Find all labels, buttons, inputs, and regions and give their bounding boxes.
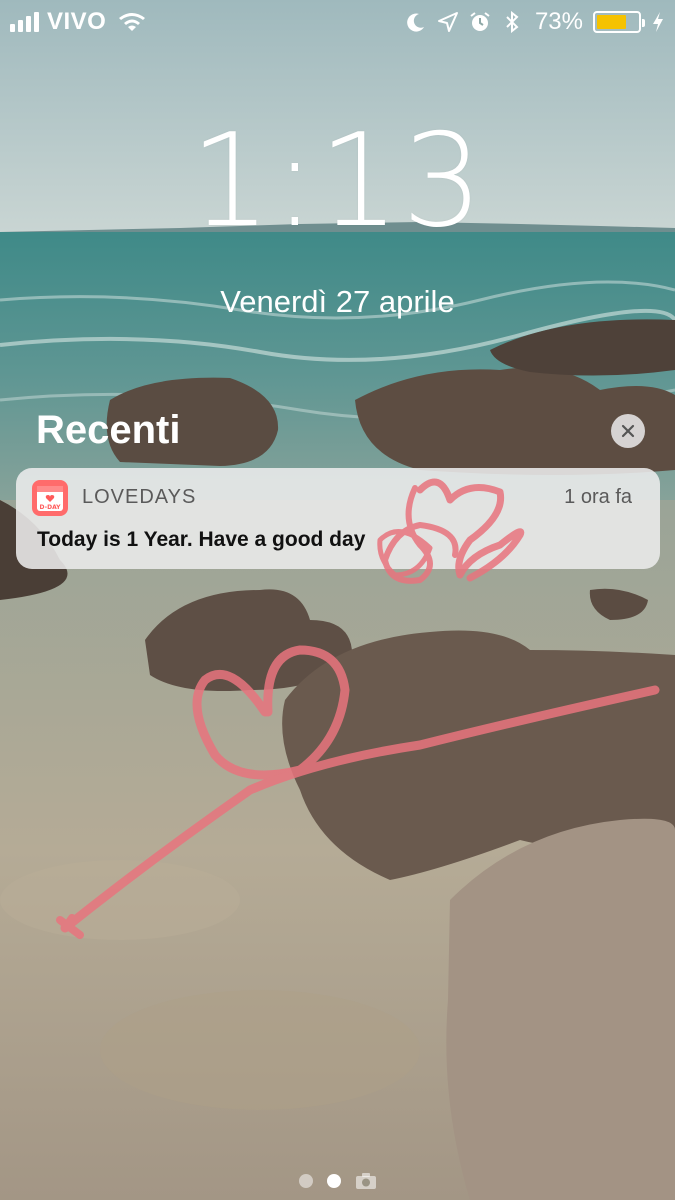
notification-app-name: LOVEDAYS <box>82 486 197 508</box>
battery-percent: 73% <box>534 8 583 35</box>
lovedays-app-icon: D-DAY <box>32 480 68 516</box>
camera-icon[interactable] <box>355 1172 377 1190</box>
notification-time: 1 ora fa <box>564 486 632 508</box>
notifications-section-title: Recenti <box>36 408 181 452</box>
page-indicator <box>0 1172 675 1190</box>
page-dot[interactable] <box>298 1174 313 1188</box>
page-dot-active[interactable] <box>326 1174 341 1188</box>
signal-icon <box>10 12 39 32</box>
notification-message: Today is 1 Year. Have a good day <box>37 528 366 551</box>
close-icon <box>621 424 635 438</box>
status-bar: VIVO 73% <box>0 0 675 44</box>
charging-icon <box>653 12 663 32</box>
location-icon <box>437 12 458 32</box>
bluetooth-icon <box>506 11 519 33</box>
battery-icon <box>593 11 645 33</box>
notification-card[interactable]: D-DAY LOVEDAYS 1 ora fa Today is 1 Year.… <box>16 468 660 569</box>
wifi-icon <box>119 13 146 31</box>
lock-screen-date: Venerdì 27 aprile <box>220 284 455 319</box>
battery-level-fill <box>597 15 627 29</box>
lock-screen-clock: 1:13 <box>189 107 486 256</box>
alarm-icon <box>470 12 490 31</box>
clear-notifications-button[interactable] <box>611 414 645 448</box>
svg-text:D-DAY: D-DAY <box>40 504 62 511</box>
carrier-name: VIVO <box>47 8 107 35</box>
moon-icon <box>407 13 424 32</box>
